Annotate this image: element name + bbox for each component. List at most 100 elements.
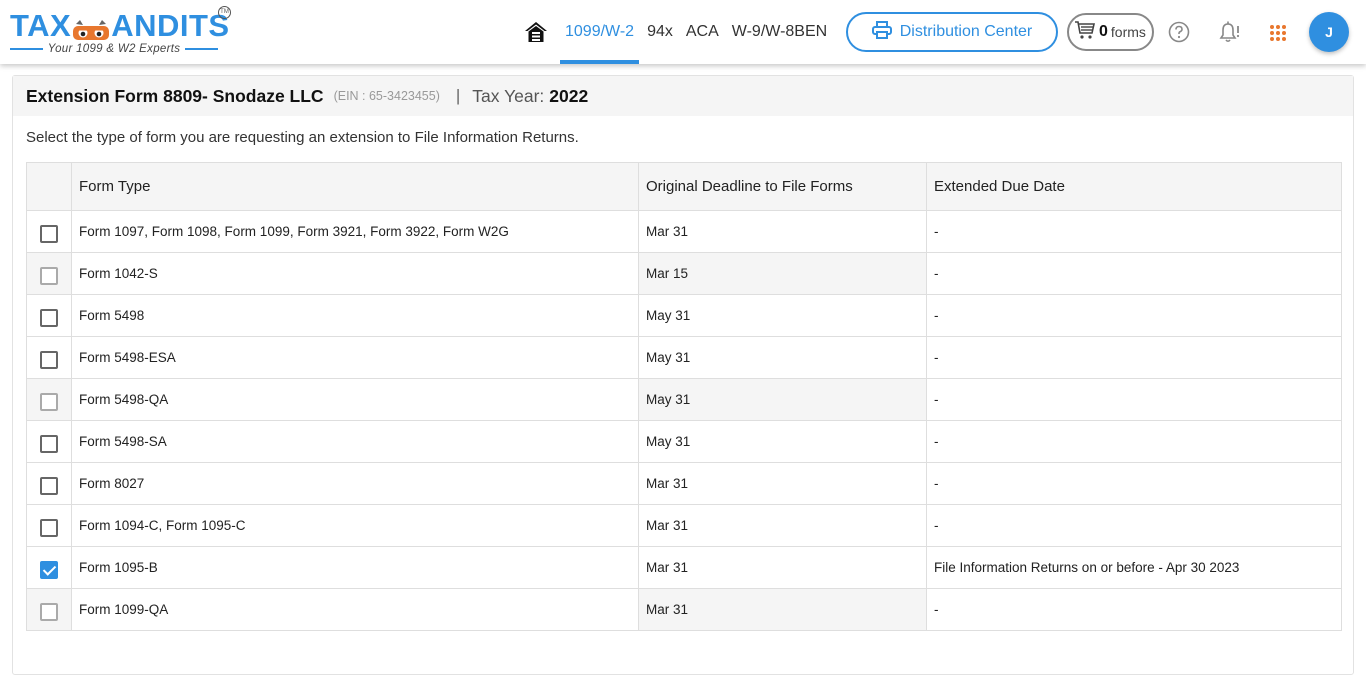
nav-item-94x[interactable]: 94x xyxy=(642,0,678,64)
cart-label: forms xyxy=(1110,24,1146,40)
form-checkbox[interactable] xyxy=(40,308,58,327)
table-row: Form 8027 Mar 31- xyxy=(26,462,1342,505)
trademark-icon: TM xyxy=(218,6,231,19)
form-checkbox[interactable] xyxy=(40,350,58,369)
nav-item-aca[interactable]: ACA xyxy=(681,0,724,64)
extended-due-date-cell: - xyxy=(926,210,1342,253)
extended-due-date-cell: - xyxy=(926,462,1342,505)
header-separator: | xyxy=(455,86,461,105)
form-type-cell: Form 1097, Form 1098, Form 1099, Form 39… xyxy=(71,210,639,253)
extended-due-date-cell: - xyxy=(926,336,1342,379)
form-type-cell: Form 5498 xyxy=(71,294,639,337)
taxbandits-logo[interactable]: TAX ANDITS TM Your 1099 & W2 Experts xyxy=(10,6,235,58)
extended-due-date-cell: - xyxy=(926,252,1342,295)
top-header: TAX ANDITS TM Your 1099 & W2 Experts 109… xyxy=(0,0,1366,64)
select-cell xyxy=(26,462,72,505)
logo-tagline: Your 1099 & W2 Experts xyxy=(10,43,218,55)
header-form-type: Form Type xyxy=(71,162,639,211)
original-deadline-cell: May 31 xyxy=(638,420,927,463)
select-cell xyxy=(26,588,72,631)
extended-due-date-cell: - xyxy=(926,588,1342,631)
table-row: Form 5498-SA May 31- xyxy=(26,420,1342,463)
form-checkbox xyxy=(40,392,58,411)
form-type-table: Form Type Original Deadline to File Form… xyxy=(26,162,1342,631)
original-deadline-cell: May 31 xyxy=(638,336,927,379)
help-icon[interactable] xyxy=(1168,21,1190,43)
logo-text-left: TAX xyxy=(10,8,72,43)
select-cell xyxy=(26,420,72,463)
tagline-rule xyxy=(185,48,218,50)
logo-text-right: ANDITS xyxy=(111,8,230,43)
form-type-cell: Form 1042-S xyxy=(71,252,639,295)
original-deadline-cell: Mar 15 xyxy=(638,252,927,295)
form-checkbox xyxy=(40,602,58,621)
distribution-center-label: Distribution Center xyxy=(899,23,1033,40)
cart-button[interactable]: 0 forms xyxy=(1067,13,1154,51)
extended-due-date-cell: - xyxy=(926,420,1342,463)
original-deadline-cell: May 31 xyxy=(638,294,927,337)
user-avatar[interactable]: J xyxy=(1309,12,1349,52)
card-header: Extension Form 8809- Snodaze LLC (EIN : … xyxy=(13,76,1353,116)
apps-grid-icon[interactable] xyxy=(1270,25,1286,41)
logo-wordmark: TAX ANDITS xyxy=(10,8,230,44)
main-nav: 1099/W-2 94x ACA W-9/W-8BEN xyxy=(522,0,835,64)
form-type-cell: Form 5498-SA xyxy=(71,420,639,463)
original-deadline-cell: Mar 31 xyxy=(638,588,927,631)
tax-year-value: 2022 xyxy=(549,85,589,106)
select-cell xyxy=(26,546,72,589)
select-cell xyxy=(26,336,72,379)
select-cell xyxy=(26,378,72,421)
table-row: Form 5498-QA May 31- xyxy=(26,378,1342,421)
distribution-center-button[interactable]: Distribution Center xyxy=(846,12,1058,52)
instruction-text: Select the type of form you are requesti… xyxy=(26,129,579,146)
form-checkbox[interactable] xyxy=(40,434,58,453)
table-row: Form 5498-ESA May 31- xyxy=(26,336,1342,379)
page-title: Extension Form 8809- Snodaze LLC xyxy=(26,85,324,106)
ein-text: (EIN : 65-3423455) xyxy=(333,89,440,103)
header-select xyxy=(26,162,72,211)
table-row: Form 1099-QA Mar 31- xyxy=(26,588,1342,631)
home-icon[interactable] xyxy=(522,18,550,46)
table-row: Form 1094-C, Form 1095-C Mar 31- xyxy=(26,504,1342,547)
cart-icon xyxy=(1074,20,1096,45)
form-checkbox[interactable] xyxy=(40,518,58,537)
table-row: Form 5498 May 31- xyxy=(26,294,1342,337)
nav-item-1099-w2[interactable]: 1099/W-2 xyxy=(560,0,640,64)
bandit-mask-icon xyxy=(72,18,110,44)
original-deadline-cell: Mar 31 xyxy=(638,504,927,547)
form-checkbox[interactable] xyxy=(40,560,58,579)
form-type-cell: Form 1099-QA xyxy=(71,588,639,631)
extended-due-date-cell: - xyxy=(926,294,1342,337)
select-cell xyxy=(26,252,72,295)
tagline-rule xyxy=(10,48,43,50)
extension-form-card: Extension Form 8809- Snodaze LLC (EIN : … xyxy=(12,75,1354,675)
extended-due-date-cell: - xyxy=(926,504,1342,547)
extended-due-date-cell: - xyxy=(926,378,1342,421)
printer-icon xyxy=(871,20,892,44)
table-header-row: Form Type Original Deadline to File Form… xyxy=(26,162,1342,211)
nav-item-w9-w8ben[interactable]: W-9/W-8BEN xyxy=(727,0,832,64)
form-checkbox[interactable] xyxy=(40,224,58,243)
header-original-deadline: Original Deadline to File Forms xyxy=(638,162,927,211)
form-checkbox[interactable] xyxy=(40,476,58,495)
form-type-cell: Form 8027 xyxy=(71,462,639,505)
select-cell xyxy=(26,294,72,337)
form-type-cell: Form 1094-C, Form 1095-C xyxy=(71,504,639,547)
header-extended-due-date: Extended Due Date xyxy=(926,162,1342,211)
original-deadline-cell: May 31 xyxy=(638,378,927,421)
form-type-cell: Form 5498-QA xyxy=(71,378,639,421)
notification-bell-icon[interactable] xyxy=(1217,20,1243,44)
form-type-cell: Form 5498-ESA xyxy=(71,336,639,379)
tagline-text: Your 1099 & W2 Experts xyxy=(47,43,181,55)
original-deadline-cell: Mar 31 xyxy=(638,546,927,589)
tax-year-label: Tax Year: xyxy=(472,85,545,106)
table-row: Form 1095-B Mar 31 File Information Return… xyxy=(26,546,1342,589)
select-cell xyxy=(26,210,72,253)
form-checkbox xyxy=(40,266,58,285)
select-cell xyxy=(26,504,72,547)
table-row: Form 1042-S Mar 15- xyxy=(26,252,1342,295)
extended-due-date-cell: File Information Returns on or before - … xyxy=(926,546,1342,589)
cart-count: 0 xyxy=(1099,23,1108,40)
original-deadline-cell: Mar 31 xyxy=(638,462,927,505)
form-type-cell: Form 1095-B xyxy=(71,546,639,589)
